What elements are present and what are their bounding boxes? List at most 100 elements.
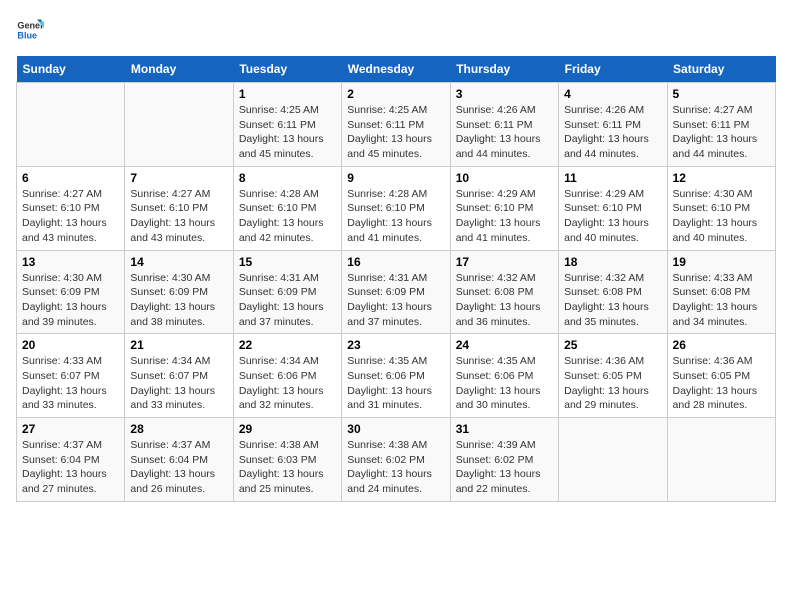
day-number: 21 <box>130 338 227 352</box>
day-info: Sunrise: 4:32 AM Sunset: 6:08 PM Dayligh… <box>456 271 553 330</box>
calendar-day-cell: 20 Sunrise: 4:33 AM Sunset: 6:07 PM Dayli… <box>17 334 125 418</box>
day-number: 22 <box>239 338 336 352</box>
day-info: Sunrise: 4:39 AM Sunset: 6:02 PM Dayligh… <box>456 438 553 497</box>
calendar-table: SundayMondayTuesdayWednesdayThursdayFrid… <box>16 56 776 502</box>
calendar-day-cell: 3 Sunrise: 4:26 AM Sunset: 6:11 PM Daylig… <box>450 83 558 167</box>
calendar-day-cell: 7 Sunrise: 4:27 AM Sunset: 6:10 PM Daylig… <box>125 166 233 250</box>
day-number: 30 <box>347 422 444 436</box>
day-info: Sunrise: 4:28 AM Sunset: 6:10 PM Dayligh… <box>347 187 444 246</box>
day-info: Sunrise: 4:29 AM Sunset: 6:10 PM Dayligh… <box>564 187 661 246</box>
calendar-day-cell: 22 Sunrise: 4:34 AM Sunset: 6:06 PM Dayli… <box>233 334 341 418</box>
day-info: Sunrise: 4:30 AM Sunset: 6:10 PM Dayligh… <box>673 187 770 246</box>
day-number: 9 <box>347 171 444 185</box>
day-info: Sunrise: 4:33 AM Sunset: 6:07 PM Dayligh… <box>22 354 119 413</box>
calendar-week-row: 27 Sunrise: 4:37 AM Sunset: 6:04 PM Dayli… <box>17 418 776 502</box>
calendar-day-cell: 28 Sunrise: 4:37 AM Sunset: 6:04 PM Dayli… <box>125 418 233 502</box>
day-info: Sunrise: 4:34 AM Sunset: 6:07 PM Dayligh… <box>130 354 227 413</box>
day-info: Sunrise: 4:31 AM Sunset: 6:09 PM Dayligh… <box>239 271 336 330</box>
day-number: 5 <box>673 87 770 101</box>
calendar-day-cell: 14 Sunrise: 4:30 AM Sunset: 6:09 PM Dayli… <box>125 250 233 334</box>
calendar-day-cell: 19Sunrise: 4:33 AM Sunset: 6:08 PM Dayli… <box>667 250 775 334</box>
day-info: Sunrise: 4:36 AM Sunset: 6:05 PM Dayligh… <box>564 354 661 413</box>
day-of-week-header: Thursday <box>450 56 558 83</box>
calendar-day-cell: 10 Sunrise: 4:29 AM Sunset: 6:10 PM Dayli… <box>450 166 558 250</box>
header: General Blue <box>16 16 776 44</box>
day-info: Sunrise: 4:31 AM Sunset: 6:09 PM Dayligh… <box>347 271 444 330</box>
day-info: Sunrise: 4:29 AM Sunset: 6:10 PM Dayligh… <box>456 187 553 246</box>
calendar-week-row: 1 Sunrise: 4:25 AM Sunset: 6:11 PM Daylig… <box>17 83 776 167</box>
calendar-day-cell <box>125 83 233 167</box>
calendar-day-cell: 13 Sunrise: 4:30 AM Sunset: 6:09 PM Dayli… <box>17 250 125 334</box>
day-of-week-header: Saturday <box>667 56 775 83</box>
calendar-body: 1 Sunrise: 4:25 AM Sunset: 6:11 PM Daylig… <box>17 83 776 502</box>
calendar-week-row: 13 Sunrise: 4:30 AM Sunset: 6:09 PM Dayli… <box>17 250 776 334</box>
day-number: 1 <box>239 87 336 101</box>
day-number: 20 <box>22 338 119 352</box>
day-info: Sunrise: 4:27 AM Sunset: 6:11 PM Dayligh… <box>673 103 770 162</box>
calendar-day-cell: 16 Sunrise: 4:31 AM Sunset: 6:09 PM Dayli… <box>342 250 450 334</box>
calendar-day-cell: 8Sunrise: 4:28 AM Sunset: 6:10 PM Daylig… <box>233 166 341 250</box>
day-number: 25 <box>564 338 661 352</box>
day-info: Sunrise: 4:37 AM Sunset: 6:04 PM Dayligh… <box>130 438 227 497</box>
day-number: 2 <box>347 87 444 101</box>
calendar-day-cell: 29 Sunrise: 4:38 AM Sunset: 6:03 PM Dayli… <box>233 418 341 502</box>
day-info: Sunrise: 4:38 AM Sunset: 6:02 PM Dayligh… <box>347 438 444 497</box>
day-number: 13 <box>22 255 119 269</box>
day-number: 27 <box>22 422 119 436</box>
calendar-day-cell: 26 Sunrise: 4:36 AM Sunset: 6:05 PM Dayli… <box>667 334 775 418</box>
calendar-day-cell: 25 Sunrise: 4:36 AM Sunset: 6:05 PM Dayli… <box>559 334 667 418</box>
day-info: Sunrise: 4:38 AM Sunset: 6:03 PM Dayligh… <box>239 438 336 497</box>
day-number: 8 <box>239 171 336 185</box>
day-info: Sunrise: 4:25 AM Sunset: 6:11 PM Dayligh… <box>347 103 444 162</box>
day-info: Sunrise: 4:27 AM Sunset: 6:10 PM Dayligh… <box>22 187 119 246</box>
day-info: Sunrise: 4:33 AM Sunset: 6:08 PM Dayligh… <box>673 271 770 330</box>
day-number: 24 <box>456 338 553 352</box>
day-info: Sunrise: 4:30 AM Sunset: 6:09 PM Dayligh… <box>22 271 119 330</box>
day-number: 18 <box>564 255 661 269</box>
calendar-day-cell: 17Sunrise: 4:32 AM Sunset: 6:08 PM Dayli… <box>450 250 558 334</box>
day-info: Sunrise: 4:32 AM Sunset: 6:08 PM Dayligh… <box>564 271 661 330</box>
day-info: Sunrise: 4:35 AM Sunset: 6:06 PM Dayligh… <box>347 354 444 413</box>
logo-icon: General Blue <box>16 16 44 44</box>
day-info: Sunrise: 4:35 AM Sunset: 6:06 PM Dayligh… <box>456 354 553 413</box>
day-number: 28 <box>130 422 227 436</box>
day-info: Sunrise: 4:36 AM Sunset: 6:05 PM Dayligh… <box>673 354 770 413</box>
calendar-header-row: SundayMondayTuesdayWednesdayThursdayFrid… <box>17 56 776 83</box>
logo: General Blue <box>16 16 44 44</box>
calendar-day-cell: 23 Sunrise: 4:35 AM Sunset: 6:06 PM Dayli… <box>342 334 450 418</box>
day-number: 23 <box>347 338 444 352</box>
day-number: 10 <box>456 171 553 185</box>
calendar-day-cell: 2 Sunrise: 4:25 AM Sunset: 6:11 PM Daylig… <box>342 83 450 167</box>
day-number: 31 <box>456 422 553 436</box>
day-info: Sunrise: 4:26 AM Sunset: 6:11 PM Dayligh… <box>564 103 661 162</box>
calendar-day-cell: 5 Sunrise: 4:27 AM Sunset: 6:11 PM Daylig… <box>667 83 775 167</box>
calendar-day-cell: 11Sunrise: 4:29 AM Sunset: 6:10 PM Dayli… <box>559 166 667 250</box>
day-number: 7 <box>130 171 227 185</box>
calendar-day-cell <box>667 418 775 502</box>
calendar-day-cell: 4Sunrise: 4:26 AM Sunset: 6:11 PM Daylig… <box>559 83 667 167</box>
calendar-day-cell: 9 Sunrise: 4:28 AM Sunset: 6:10 PM Daylig… <box>342 166 450 250</box>
day-info: Sunrise: 4:27 AM Sunset: 6:10 PM Dayligh… <box>130 187 227 246</box>
calendar-day-cell: 24 Sunrise: 4:35 AM Sunset: 6:06 PM Dayli… <box>450 334 558 418</box>
page-container: General Blue SundayMondayTuesdayWednesda… <box>0 0 792 518</box>
day-number: 29 <box>239 422 336 436</box>
calendar-day-cell: 15Sunrise: 4:31 AM Sunset: 6:09 PM Dayli… <box>233 250 341 334</box>
calendar-day-cell: 1Sunrise: 4:25 AM Sunset: 6:11 PM Daylig… <box>233 83 341 167</box>
day-of-week-header: Friday <box>559 56 667 83</box>
day-info: Sunrise: 4:26 AM Sunset: 6:11 PM Dayligh… <box>456 103 553 162</box>
calendar-day-cell: 21 Sunrise: 4:34 AM Sunset: 6:07 PM Dayli… <box>125 334 233 418</box>
day-info: Sunrise: 4:30 AM Sunset: 6:09 PM Dayligh… <box>130 271 227 330</box>
day-of-week-header: Tuesday <box>233 56 341 83</box>
day-number: 26 <box>673 338 770 352</box>
day-number: 16 <box>347 255 444 269</box>
day-number: 14 <box>130 255 227 269</box>
calendar-day-cell: 12 Sunrise: 4:30 AM Sunset: 6:10 PM Dayli… <box>667 166 775 250</box>
day-number: 3 <box>456 87 553 101</box>
calendar-day-cell: 18 Sunrise: 4:32 AM Sunset: 6:08 PM Dayli… <box>559 250 667 334</box>
calendar-day-cell: 27 Sunrise: 4:37 AM Sunset: 6:04 PM Dayli… <box>17 418 125 502</box>
day-number: 12 <box>673 171 770 185</box>
calendar-week-row: 20 Sunrise: 4:33 AM Sunset: 6:07 PM Dayli… <box>17 334 776 418</box>
day-info: Sunrise: 4:37 AM Sunset: 6:04 PM Dayligh… <box>22 438 119 497</box>
calendar-day-cell: 30 Sunrise: 4:38 AM Sunset: 6:02 PM Dayli… <box>342 418 450 502</box>
day-info: Sunrise: 4:34 AM Sunset: 6:06 PM Dayligh… <box>239 354 336 413</box>
